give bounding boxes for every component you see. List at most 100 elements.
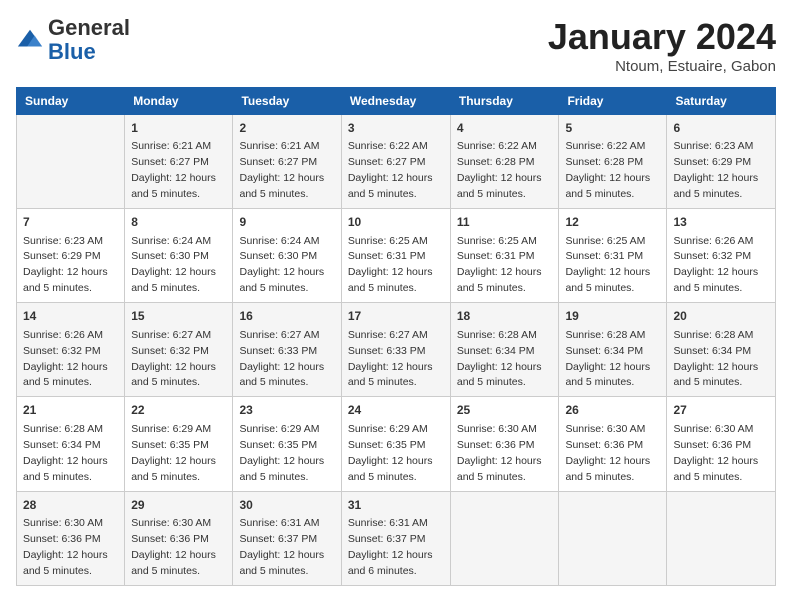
calendar-cell: 26 Sunrise: 6:30 AMSunset: 6:36 PMDayligh…: [559, 397, 667, 491]
calendar-cell: 14Sunrise: 6:26 AMSunset: 6:32 PMDayligh…: [17, 303, 125, 397]
day-number: 15: [131, 308, 226, 325]
day-number: 9: [239, 214, 334, 231]
day-number: 26: [565, 402, 660, 419]
logo-icon: [16, 26, 44, 54]
calendar-week-row: 14Sunrise: 6:26 AMSunset: 6:32 PMDayligh…: [17, 303, 776, 397]
calendar-cell: 28Sunrise: 6:30 AMSunset: 6:36 PMDayligh…: [17, 491, 125, 585]
day-info: Sunrise: 6:29 AMSunset: 6:35 PMDaylight:…: [348, 423, 433, 483]
day-number: 17: [348, 308, 444, 325]
day-number: 7: [23, 214, 118, 231]
calendar-cell: 16 Sunrise: 6:27 AMSunset: 6:33 PMDayligh…: [233, 303, 341, 397]
calendar-cell: 22 Sunrise: 6:29 AMSunset: 6:35 PMDayligh…: [125, 397, 233, 491]
day-number: 21: [23, 402, 118, 419]
calendar-cell: 24 Sunrise: 6:29 AMSunset: 6:35 PMDayligh…: [341, 397, 450, 491]
day-number: 30: [239, 497, 334, 514]
day-number: 23: [239, 402, 334, 419]
day-info: Sunrise: 6:26 AMSunset: 6:32 PMDaylight:…: [673, 235, 758, 295]
day-info: Sunrise: 6:31 AMSunset: 6:37 PMDaylight:…: [348, 517, 433, 577]
day-info: Sunrise: 6:21 AMSunset: 6:27 PMDaylight:…: [239, 140, 324, 200]
calendar-cell: 21 Sunrise: 6:28 AMSunset: 6:34 PMDayligh…: [17, 397, 125, 491]
calendar-week-row: 28Sunrise: 6:30 AMSunset: 6:36 PMDayligh…: [17, 491, 776, 585]
day-info: Sunrise: 6:30 AMSunset: 6:36 PMDaylight:…: [565, 423, 650, 483]
col-sunday: Sunday: [17, 88, 125, 115]
calendar-cell: 11 Sunrise: 6:25 AMSunset: 6:31 PMDayligh…: [450, 209, 559, 303]
day-number: 22: [131, 402, 226, 419]
day-info: Sunrise: 6:25 AMSunset: 6:31 PMDaylight:…: [457, 235, 542, 295]
day-number: 14: [23, 308, 118, 325]
calendar-cell: 12 Sunrise: 6:25 AMSunset: 6:31 PMDayligh…: [559, 209, 667, 303]
calendar-cell: 20Sunrise: 6:28 AMSunset: 6:34 PMDayligh…: [667, 303, 776, 397]
month-title: January 2024: [548, 16, 776, 58]
col-wednesday: Wednesday: [341, 88, 450, 115]
calendar-header-row: Sunday Monday Tuesday Wednesday Thursday…: [17, 88, 776, 115]
day-number: 24: [348, 402, 444, 419]
day-info: Sunrise: 6:28 AMSunset: 6:34 PMDaylight:…: [23, 423, 108, 483]
day-info: Sunrise: 6:24 AMSunset: 6:30 PMDaylight:…: [131, 235, 216, 295]
day-number: 28: [23, 497, 118, 514]
col-tuesday: Tuesday: [233, 88, 341, 115]
calendar-cell: 9 Sunrise: 6:24 AMSunset: 6:30 PMDaylight…: [233, 209, 341, 303]
calendar-cell: 1 Sunrise: 6:21 AMSunset: 6:27 PMDaylight…: [125, 115, 233, 209]
day-number: 3: [348, 120, 444, 137]
page-header: General Blue January 2024 Ntoum, Estuair…: [16, 16, 776, 75]
calendar-cell: 15 Sunrise: 6:27 AMSunset: 6:32 PMDayligh…: [125, 303, 233, 397]
day-number: 6: [673, 120, 769, 137]
day-info: Sunrise: 6:27 AMSunset: 6:33 PMDaylight:…: [239, 329, 324, 389]
col-monday: Monday: [125, 88, 233, 115]
day-number: 13: [673, 214, 769, 231]
day-number: 16: [239, 308, 334, 325]
calendar-cell: 6 Sunrise: 6:23 AMSunset: 6:29 PMDaylight…: [667, 115, 776, 209]
col-saturday: Saturday: [667, 88, 776, 115]
calendar-cell: 8Sunrise: 6:24 AMSunset: 6:30 PMDaylight…: [125, 209, 233, 303]
day-info: Sunrise: 6:22 AMSunset: 6:28 PMDaylight:…: [565, 140, 650, 200]
calendar-cell: 17Sunrise: 6:27 AMSunset: 6:33 PMDayligh…: [341, 303, 450, 397]
day-number: 12: [565, 214, 660, 231]
day-number: 29: [131, 497, 226, 514]
col-thursday: Thursday: [450, 88, 559, 115]
day-number: 5: [565, 120, 660, 137]
day-info: Sunrise: 6:29 AMSunset: 6:35 PMDaylight:…: [239, 423, 324, 483]
day-number: 1: [131, 120, 226, 137]
day-number: 31: [348, 497, 444, 514]
day-info: Sunrise: 6:28 AMSunset: 6:34 PMDaylight:…: [565, 329, 650, 389]
calendar-week-row: 1 Sunrise: 6:21 AMSunset: 6:27 PMDaylight…: [17, 115, 776, 209]
day-number: 10: [348, 214, 444, 231]
day-number: 18: [457, 308, 553, 325]
calendar-cell: 25 Sunrise: 6:30 AMSunset: 6:36 PMDayligh…: [450, 397, 559, 491]
day-number: 27: [673, 402, 769, 419]
day-number: 25: [457, 402, 553, 419]
calendar-cell: 3Sunrise: 6:22 AMSunset: 6:27 PMDaylight…: [341, 115, 450, 209]
calendar-cell: 4Sunrise: 6:22 AMSunset: 6:28 PMDaylight…: [450, 115, 559, 209]
calendar-table: Sunday Monday Tuesday Wednesday Thursday…: [16, 87, 776, 586]
day-info: Sunrise: 6:25 AMSunset: 6:31 PMDaylight:…: [565, 235, 650, 295]
day-info: Sunrise: 6:29 AMSunset: 6:35 PMDaylight:…: [131, 423, 216, 483]
day-info: Sunrise: 6:24 AMSunset: 6:30 PMDaylight:…: [239, 235, 324, 295]
calendar-cell: 31 Sunrise: 6:31 AMSunset: 6:37 PMDayligh…: [341, 491, 450, 585]
calendar-cell: 5 Sunrise: 6:22 AMSunset: 6:28 PMDaylight…: [559, 115, 667, 209]
day-number: 2: [239, 120, 334, 137]
logo-text: General Blue: [48, 16, 130, 64]
day-info: Sunrise: 6:28 AMSunset: 6:34 PMDaylight:…: [673, 329, 758, 389]
day-number: 4: [457, 120, 553, 137]
calendar-cell: 2 Sunrise: 6:21 AMSunset: 6:27 PMDaylight…: [233, 115, 341, 209]
calendar-week-row: 7 Sunrise: 6:23 AMSunset: 6:29 PMDaylight…: [17, 209, 776, 303]
day-info: Sunrise: 6:23 AMSunset: 6:29 PMDaylight:…: [673, 140, 758, 200]
calendar-cell: [559, 491, 667, 585]
calendar-cell: [17, 115, 125, 209]
day-info: Sunrise: 6:30 AMSunset: 6:36 PMDaylight:…: [457, 423, 542, 483]
day-number: 19: [565, 308, 660, 325]
day-info: Sunrise: 6:23 AMSunset: 6:29 PMDaylight:…: [23, 235, 108, 295]
day-info: Sunrise: 6:30 AMSunset: 6:36 PMDaylight:…: [673, 423, 758, 483]
calendar-cell: 29Sunrise: 6:30 AMSunset: 6:36 PMDayligh…: [125, 491, 233, 585]
calendar-cell: [450, 491, 559, 585]
day-number: 11: [457, 214, 553, 231]
day-info: Sunrise: 6:31 AMSunset: 6:37 PMDaylight:…: [239, 517, 324, 577]
day-info: Sunrise: 6:21 AMSunset: 6:27 PMDaylight:…: [131, 140, 216, 200]
calendar-cell: [667, 491, 776, 585]
calendar-cell: 23 Sunrise: 6:29 AMSunset: 6:35 PMDayligh…: [233, 397, 341, 491]
calendar-cell: 30 Sunrise: 6:31 AMSunset: 6:37 PMDayligh…: [233, 491, 341, 585]
logo-blue-text: Blue: [48, 39, 96, 64]
day-info: Sunrise: 6:27 AMSunset: 6:32 PMDaylight:…: [131, 329, 216, 389]
day-info: Sunrise: 6:25 AMSunset: 6:31 PMDaylight:…: [348, 235, 433, 295]
calendar-cell: 7 Sunrise: 6:23 AMSunset: 6:29 PMDaylight…: [17, 209, 125, 303]
